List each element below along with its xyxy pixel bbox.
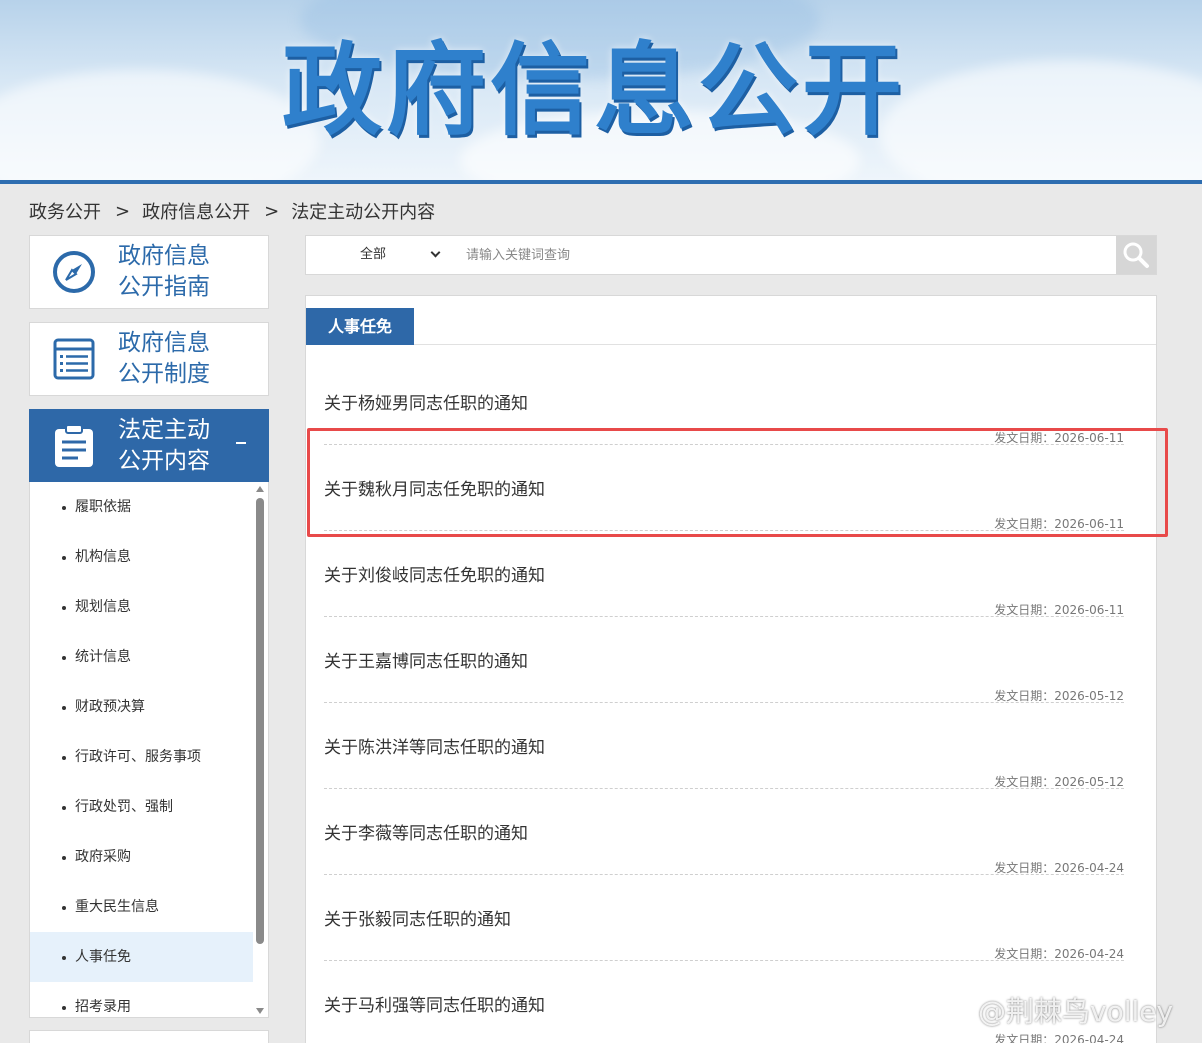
sidebar-item-personnel[interactable]: 人事任免 [30, 932, 253, 982]
compass-icon [30, 249, 118, 295]
collapse-toggle-icon[interactable] [236, 442, 246, 444]
highlight-box [307, 428, 1168, 537]
article-date: 发文日期：2026-05-12 [994, 775, 1124, 789]
scroll-down-arrow-icon[interactable] [256, 1008, 264, 1014]
sidebar-item-duty-basis[interactable]: 履职依据 [30, 482, 253, 532]
search-button[interactable] [1116, 236, 1156, 274]
list-document-icon [30, 336, 118, 382]
sidebar-card-label-line: 政府信息 [118, 330, 210, 356]
watermark-text: @荆棘鸟volley [978, 995, 1174, 1028]
scrollbar-thumb[interactable] [256, 498, 264, 944]
sidebar-sub-list: 履职依据 机构信息 规划信息 统计信息 财政预决算 行政许可、服务事项 行政处罚… [29, 482, 269, 1018]
list-item[interactable]: 关于陈洪洋等同志任职的通知 发文日期：2026-05-12 [324, 703, 1124, 789]
banner-cloud-decoration [0, 70, 320, 180]
article-title[interactable]: 关于杨娅男同志任职的通知 [324, 389, 528, 414]
clipboard-icon [30, 422, 118, 470]
breadcrumb-item-info-disclosure[interactable]: 政府信息公开 [142, 202, 250, 223]
article-date: 发文日期：2026-04-24 [994, 947, 1124, 961]
sidebar-card-label-line: 政府信息 [118, 243, 210, 269]
banner-divider [0, 180, 1202, 184]
article-date: 发文日期：2026-06-11 [994, 603, 1124, 617]
article-date: 发文日期：2026-04-24 [994, 861, 1124, 875]
list-item[interactable]: 关于张毅同志任职的通知 发文日期：2026-04-24 [324, 875, 1124, 961]
list-item[interactable]: 关于刘俊岐同志任免职的通知 发文日期：2026-06-11 [324, 531, 1124, 617]
sidebar-item-planning[interactable]: 规划信息 [30, 582, 253, 632]
sidebar-card-label-line: 公开制度 [118, 361, 210, 387]
sidebar-item-recruitment[interactable]: 招考录用 [30, 982, 253, 1017]
banner-title: 政府信息公开 [282, 32, 906, 149]
search-input[interactable] [466, 242, 1106, 268]
sidebar-item-procurement[interactable]: 政府采购 [30, 832, 253, 882]
article-title[interactable]: 关于刘俊岐同志任免职的通知 [324, 561, 545, 586]
breadcrumb-item-gov-affairs[interactable]: 政务公开 [29, 202, 101, 223]
search-scope-value: 全部 [360, 247, 387, 262]
sidebar-card-label-line: 公开指南 [118, 274, 210, 300]
sidebar-item-admin-license[interactable]: 行政许可、服务事项 [30, 732, 253, 782]
article-date: 发文日期：2026-04-24 [994, 1033, 1124, 1043]
breadcrumb-separator: > [264, 200, 280, 222]
article-title[interactable]: 关于王嘉博同志任职的通知 [324, 647, 528, 672]
tab-personnel[interactable]: 人事任免 [306, 308, 414, 345]
article-date: 发文日期：2026-05-12 [994, 689, 1124, 703]
sidebar-card-system[interactable]: 政府信息 公开制度 [29, 322, 269, 396]
list-item[interactable]: 关于李薇等同志任职的通知 发文日期：2026-04-24 [324, 789, 1124, 875]
article-title[interactable]: 关于陈洪洋等同志任职的通知 [324, 733, 545, 758]
sidebar-card-label: 政府信息 公开制度 [118, 328, 210, 390]
sidebar-card-label: 政府信息 公开指南 [118, 241, 210, 303]
article-title[interactable]: 关于马利强等同志任职的通知 [324, 991, 545, 1016]
sidebar-card-statutory-content[interactable]: 法定主动 公开内容 [29, 409, 269, 483]
sidebar-scrollbar[interactable] [253, 482, 267, 1017]
content-panel: 人事任免 关于杨娅男同志任职的通知 发文日期：2026-06-11 关于魏秋月同… [305, 295, 1157, 1043]
watermark: @荆棘鸟volley [928, 990, 1173, 1030]
sidebar-item-admin-penalty[interactable]: 行政处罚、强制 [30, 782, 253, 832]
weibo-logo-icon [929, 995, 971, 1026]
search-bar: 全部 [305, 235, 1157, 275]
scroll-up-arrow-icon[interactable] [256, 486, 264, 492]
header-banner: 政府信息公开 [0, 0, 1202, 180]
sidebar-card-label-line: 公开内容 [118, 448, 210, 474]
tab-bar: 人事任免 [306, 308, 1156, 345]
breadcrumb-item-current[interactable]: 法定主动公开内容 [291, 202, 435, 223]
sidebar-card-guide[interactable]: 政府信息 公开指南 [29, 235, 269, 309]
breadcrumb-separator: > [115, 200, 131, 222]
sidebar-item-livelihood[interactable]: 重大民生信息 [30, 882, 253, 932]
search-scope-select[interactable]: 全部 [360, 236, 444, 274]
sidebar-card-next[interactable] [29, 1030, 269, 1043]
sidebar-card-label-line: 法定主动 [118, 417, 210, 443]
breadcrumb: 政务公开 > 政府信息公开 > 法定主动公开内容 [29, 198, 435, 224]
sidebar-item-org-info[interactable]: 机构信息 [30, 532, 253, 582]
article-title[interactable]: 关于李薇等同志任职的通知 [324, 819, 528, 844]
banner-cloud-decoration [880, 60, 1202, 180]
list-item[interactable]: 关于王嘉博同志任职的通知 发文日期：2026-05-12 [324, 617, 1124, 703]
sidebar-card-label: 法定主动 公开内容 [118, 415, 210, 477]
chevron-down-icon [430, 247, 441, 258]
article-title[interactable]: 关于张毅同志任职的通知 [324, 905, 511, 930]
search-icon [1123, 242, 1149, 268]
sidebar-item-budget[interactable]: 财政预决算 [30, 682, 253, 732]
sidebar-item-statistics[interactable]: 统计信息 [30, 632, 253, 682]
